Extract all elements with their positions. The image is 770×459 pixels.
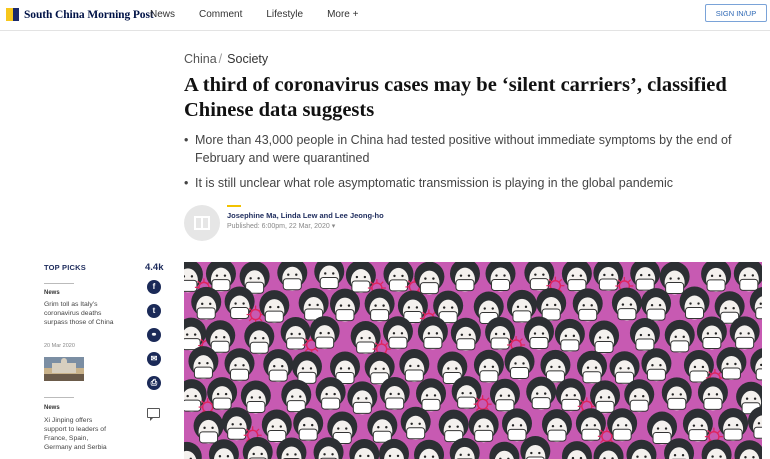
print-icon[interactable]: ⎙ <box>147 376 161 390</box>
author-placeholder-icon <box>194 216 210 230</box>
facebook-icon[interactable]: f <box>147 280 161 294</box>
logo-text: South China Morning Post <box>24 8 154 21</box>
nav-item-comment[interactable]: Comment <box>199 9 242 20</box>
top-pick-date: 20 Mar 2020 <box>44 343 75 349</box>
link-icon[interactable]: ⚭ <box>147 328 161 342</box>
twitter-icon[interactable]: t <box>147 304 161 318</box>
masked-crowd-illustration <box>184 262 762 459</box>
breadcrumb-society[interactable]: Society <box>227 52 268 66</box>
breadcrumb-separator: / <box>218 52 223 66</box>
breadcrumb-china[interactable]: China <box>184 52 217 66</box>
breadcrumb: China / Society <box>184 52 268 66</box>
site-logo[interactable]: South China Morning Post <box>6 8 154 21</box>
logo-mark-icon <box>6 8 19 21</box>
summary-bullet: • It is still unclear what role asymptoma… <box>184 174 744 192</box>
bullet-dot: • <box>184 133 189 147</box>
hero-image <box>184 262 762 459</box>
author-avatar[interactable] <box>184 205 220 241</box>
published-date[interactable]: Published: 6:00pm, 22 Mar, 2020 ▾ <box>227 222 335 230</box>
top-pick-category: News <box>44 405 60 411</box>
summary-text: It is still unclear what role asymptomat… <box>195 176 673 190</box>
top-pick-category: News <box>44 290 60 296</box>
author-names[interactable]: Josephine Ma, Linda Lew and Lee Jeong-ho <box>227 211 384 220</box>
nav-item-lifestyle[interactable]: Lifestyle <box>266 9 303 20</box>
sign-in-button[interactable]: SIGN IN/UP <box>705 4 767 22</box>
summary-text: More than 43,000 people in China had tes… <box>195 133 732 165</box>
top-picks-title: TOP PICKS <box>44 263 86 272</box>
top-pick-headline[interactable]: Grim toll as Italy’s coronavirus deaths … <box>44 300 114 327</box>
share-count: 4.4k <box>145 262 164 273</box>
comment-icon[interactable] <box>147 408 160 421</box>
summary-bullet: • More than 43,000 people in China had te… <box>184 131 744 167</box>
divider <box>44 283 74 284</box>
email-icon[interactable]: ✉ <box>147 352 161 366</box>
divider <box>44 397 74 398</box>
nav-item-news[interactable]: News <box>150 9 175 20</box>
article-headline: A third of coronavirus cases may be ‘sil… <box>184 74 727 121</box>
bullet-dot: • <box>184 176 189 190</box>
site-header: South China Morning Post News Comment Li… <box>0 0 770 31</box>
nav-item-more[interactable]: More + <box>327 9 358 20</box>
top-pick-thumbnail[interactable] <box>44 357 84 381</box>
article-summary: • More than 43,000 people in China had te… <box>184 131 744 199</box>
main-nav: News Comment Lifestyle More + <box>150 9 382 20</box>
chevron-down-icon: ▾ <box>331 223 336 230</box>
top-pick-headline[interactable]: Xi Jinping offers support to leaders of … <box>44 416 114 452</box>
byline-accent <box>227 205 241 207</box>
